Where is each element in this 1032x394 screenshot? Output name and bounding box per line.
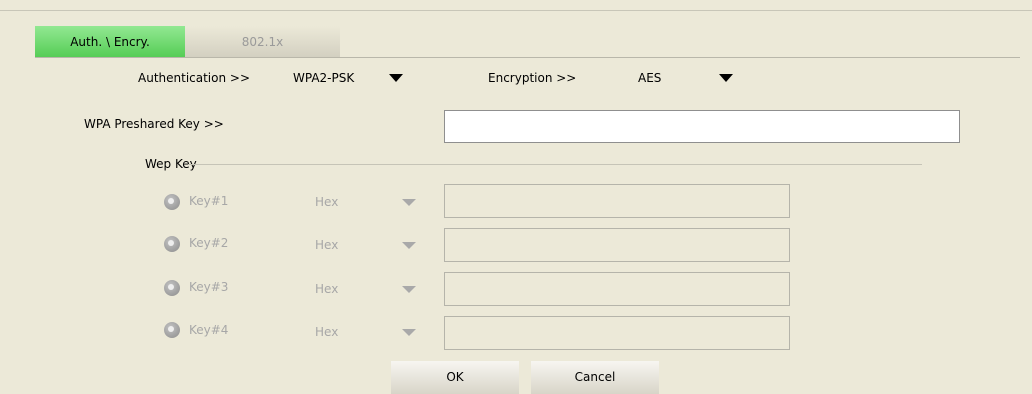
key3-format-dropdown-icon[interactable] [402, 286, 416, 293]
authentication-dropdown-icon[interactable] [389, 74, 403, 82]
encryption-select[interactable]: AES [638, 71, 661, 85]
encryption-dropdown-icon[interactable] [719, 74, 733, 82]
key4-radio-icon[interactable] [164, 322, 180, 338]
tab-divider [35, 57, 1020, 58]
ok-button[interactable]: OK [391, 361, 519, 394]
wep-key-group-line [188, 164, 922, 165]
key1-input[interactable] [444, 184, 790, 218]
key1-label: Key#1 [189, 194, 229, 208]
key3-label: Key#3 [189, 280, 229, 294]
key4-format-select[interactable]: Hex [315, 325, 338, 339]
key1-radio-icon[interactable] [164, 194, 180, 210]
key3-format-select[interactable]: Hex [315, 282, 338, 296]
key2-format-select[interactable]: Hex [315, 238, 338, 252]
key2-radio-icon[interactable] [164, 236, 180, 252]
tab-8021x[interactable]: 802.1x [185, 26, 340, 58]
tab-auth-encry[interactable]: Auth. \ Encry. [35, 26, 185, 58]
key4-format-dropdown-icon[interactable] [402, 329, 416, 336]
cancel-button[interactable]: Cancel [531, 361, 659, 394]
key1-format-dropdown-icon[interactable] [402, 199, 416, 206]
window-top-border [0, 10, 1032, 11]
authentication-select[interactable]: WPA2-PSK [293, 71, 354, 85]
wpa-preshared-key-input[interactable] [444, 110, 960, 143]
encryption-label: Encryption >> [488, 71, 577, 85]
key2-label: Key#2 [189, 236, 229, 250]
key4-input[interactable] [444, 316, 790, 350]
key2-input[interactable] [444, 228, 790, 262]
key3-radio-icon[interactable] [164, 280, 180, 296]
authentication-label: Authentication >> [138, 71, 251, 85]
key4-label: Key#4 [189, 323, 229, 337]
wpa-preshared-key-label: WPA Preshared Key >> [84, 117, 224, 131]
key2-format-dropdown-icon[interactable] [402, 242, 416, 249]
key3-input[interactable] [444, 272, 790, 306]
key1-format-select[interactable]: Hex [315, 195, 338, 209]
